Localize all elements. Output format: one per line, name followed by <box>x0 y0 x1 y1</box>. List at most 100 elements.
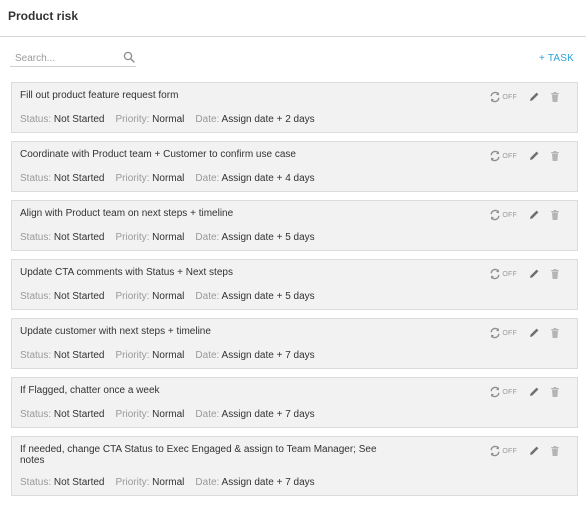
task-title: Coordinate with Product team + Customer … <box>20 149 296 160</box>
priority-value: Normal <box>152 350 185 361</box>
task-meta: Status: Not Started Priority: Normal Date:… <box>20 350 326 361</box>
task-status: Status: Not Started <box>20 291 105 302</box>
task-card[interactable]: If needed, change CTA Status to Exec Eng… <box>11 436 578 496</box>
task-card[interactable]: Fill out product feature request form OF… <box>11 82 578 133</box>
pencil-icon[interactable] <box>528 268 540 280</box>
task-priority: Priority: Normal <box>116 173 185 184</box>
pencil-icon[interactable] <box>528 386 540 398</box>
pencil-icon[interactable] <box>528 327 540 339</box>
sync-toggle[interactable]: OFF <box>489 150 517 162</box>
sync-icon <box>490 386 500 398</box>
task-priority: Priority: Normal <box>116 291 185 302</box>
task-priority: Priority: Normal <box>116 409 185 420</box>
trash-icon[interactable] <box>549 209 561 221</box>
sync-toggle[interactable]: OFF <box>489 209 517 221</box>
status-label: Status: <box>20 173 54 184</box>
task-card[interactable]: Coordinate with Product team + Customer … <box>11 141 578 192</box>
task-date: Date: Assign date + 5 days <box>195 291 314 302</box>
task-card[interactable]: If Flagged, chatter once a week OFF Stat… <box>11 377 578 428</box>
sync-toggle[interactable]: OFF <box>489 445 517 457</box>
task-title: If Flagged, chatter once a week <box>20 385 160 396</box>
trash-icon[interactable] <box>549 445 561 457</box>
date-value: Assign date + 5 days <box>221 291 315 302</box>
task-actions: OFF <box>489 91 561 103</box>
date-label: Date: <box>195 232 222 243</box>
date-value: Assign date + 7 days <box>221 350 315 361</box>
date-value: Assign date + 2 days <box>221 114 315 125</box>
task-actions: OFF <box>489 445 561 457</box>
pencil-icon[interactable] <box>528 445 540 457</box>
status-value: Not Started <box>53 409 105 420</box>
task-list: Fill out product feature request form OF… <box>11 82 578 504</box>
sync-off-label: OFF <box>502 388 517 396</box>
sync-off-label: OFF <box>502 329 517 337</box>
status-value: Not Started <box>53 232 105 243</box>
sync-toggle[interactable]: OFF <box>489 386 517 398</box>
task-date: Date: Assign date + 7 days <box>195 350 314 361</box>
date-value: Assign date + 5 days <box>221 232 315 243</box>
task-status: Status: Not Started <box>20 477 105 488</box>
task-status: Status: Not Started <box>20 232 105 243</box>
task-actions: OFF <box>489 209 561 221</box>
sync-icon <box>490 91 500 103</box>
task-meta: Status: Not Started Priority: Normal Date:… <box>20 114 326 125</box>
trash-icon[interactable] <box>549 150 561 162</box>
date-value: Assign date + 4 days <box>221 173 315 184</box>
trash-icon[interactable] <box>549 327 561 339</box>
priority-value: Normal <box>152 232 185 243</box>
priority-label: Priority: <box>115 350 153 361</box>
task-meta: Status: Not Started Priority: Normal Date:… <box>20 173 326 184</box>
task-priority: Priority: Normal <box>116 350 185 361</box>
task-actions: OFF <box>489 268 561 280</box>
task-priority: Priority: Normal <box>116 114 185 125</box>
add-task-button[interactable]: + TASK <box>539 53 574 64</box>
task-meta: Status: Not Started Priority: Normal Date:… <box>20 232 326 243</box>
sync-off-label: OFF <box>502 93 517 101</box>
sync-toggle[interactable]: OFF <box>489 91 517 103</box>
date-value: Assign date + 7 days <box>221 477 315 488</box>
pencil-icon[interactable] <box>528 91 540 103</box>
trash-icon[interactable] <box>549 91 561 103</box>
task-card[interactable]: Update customer with next steps + timeli… <box>11 318 578 369</box>
task-toolbar: + TASK <box>10 48 578 70</box>
priority-label: Priority: <box>115 291 153 302</box>
search-icon[interactable] <box>123 51 135 63</box>
pencil-icon[interactable] <box>528 209 540 221</box>
search-input[interactable] <box>10 50 114 67</box>
sync-icon <box>490 327 500 339</box>
status-value: Not Started <box>53 114 105 125</box>
task-title: If needed, change CTA Status to Exec Eng… <box>20 444 377 466</box>
priority-value: Normal <box>152 409 185 420</box>
priority-label: Priority: <box>115 114 153 125</box>
search-box <box>10 48 136 67</box>
sync-off-label: OFF <box>502 447 517 455</box>
status-label: Status: <box>20 232 54 243</box>
task-date: Date: Assign date + 4 days <box>195 173 314 184</box>
task-card[interactable]: Update CTA comments with Status + Next s… <box>11 259 578 310</box>
trash-icon[interactable] <box>549 268 561 280</box>
date-value: Assign date + 7 days <box>221 409 315 420</box>
task-meta: Status: Not Started Priority: Normal Date:… <box>20 291 326 302</box>
task-date: Date: Assign date + 7 days <box>195 477 314 488</box>
task-title: Align with Product team on next steps + … <box>20 208 234 219</box>
task-actions: OFF <box>489 150 561 162</box>
task-title: Fill out product feature request form <box>20 90 179 101</box>
sync-icon <box>490 268 500 280</box>
priority-value: Normal <box>152 291 185 302</box>
sync-off-label: OFF <box>502 211 517 219</box>
status-value: Not Started <box>53 350 105 361</box>
priority-value: Normal <box>152 477 185 488</box>
task-meta: Status: Not Started Priority: Normal Date:… <box>20 409 326 420</box>
page-title: Product risk <box>8 9 79 23</box>
task-priority: Priority: Normal <box>116 477 185 488</box>
priority-label: Priority: <box>115 409 153 420</box>
date-label: Date: <box>195 350 222 361</box>
sync-toggle[interactable]: OFF <box>489 268 517 280</box>
status-value: Not Started <box>53 291 105 302</box>
task-date: Date: Assign date + 5 days <box>195 232 314 243</box>
status-value: Not Started <box>53 173 105 184</box>
task-card[interactable]: Align with Product team on next steps + … <box>11 200 578 251</box>
pencil-icon[interactable] <box>528 150 540 162</box>
sync-toggle[interactable]: OFF <box>489 327 517 339</box>
trash-icon[interactable] <box>549 386 561 398</box>
